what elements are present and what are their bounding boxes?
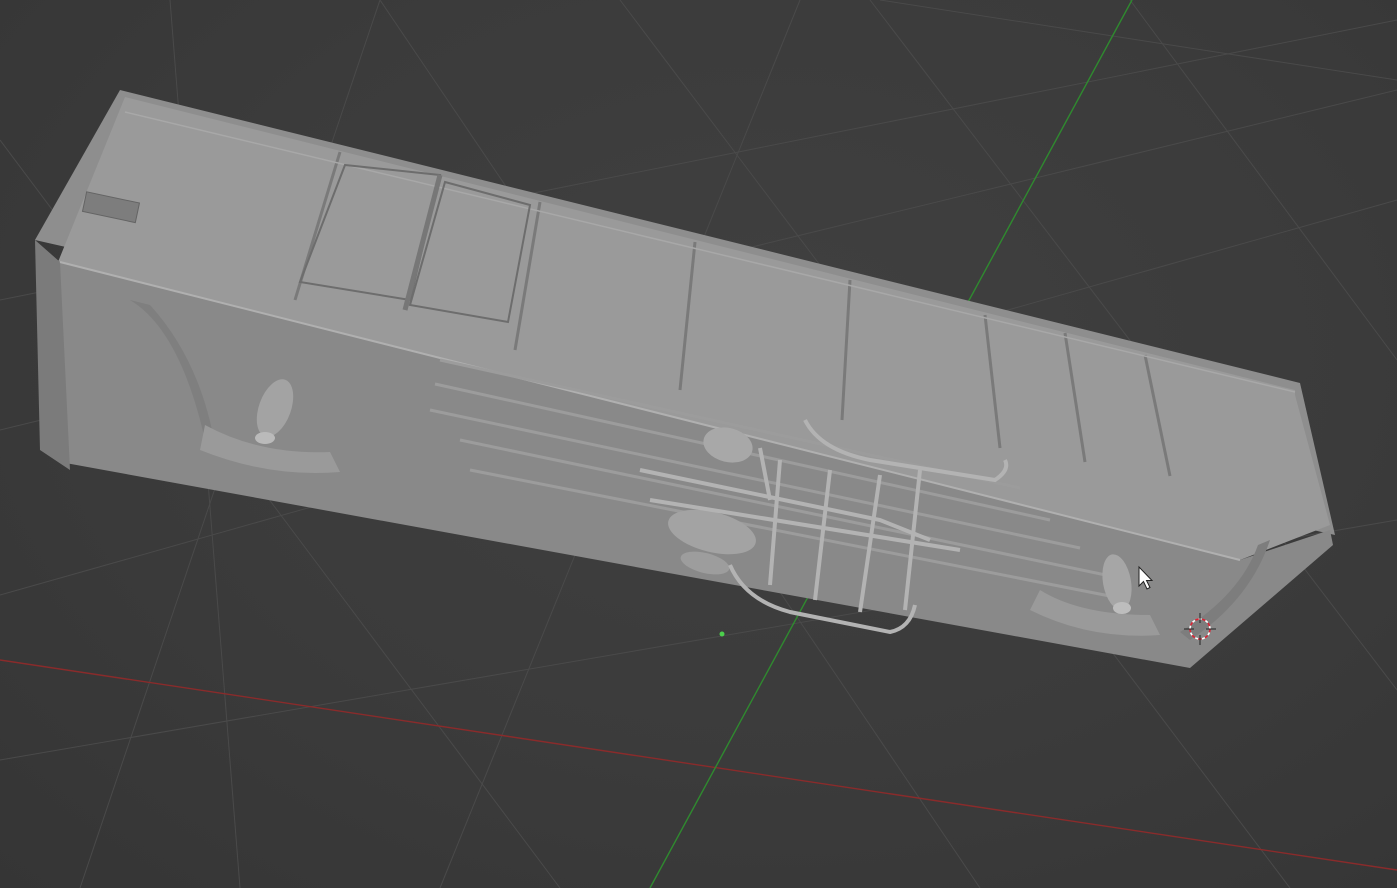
viewport-canvas[interactable] [0, 0, 1397, 888]
x-axis-line [0, 659, 1397, 871]
object-origin-dot-icon [719, 631, 725, 637]
3d-viewport[interactable] [0, 0, 1397, 888]
